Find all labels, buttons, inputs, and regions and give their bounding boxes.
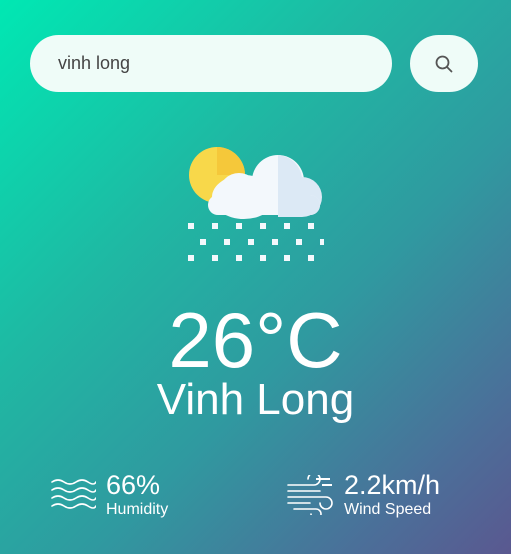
humidity-value: 66% — [106, 470, 161, 500]
waves-icon — [51, 479, 96, 509]
wind-speed-label: Wind Speed — [344, 501, 432, 518]
humidity-label: Humidity — [106, 501, 169, 518]
wind-stat: 2.2km/h Wind Speed — [286, 470, 440, 520]
humidity-stat: 66% Humidity — [50, 470, 168, 520]
wind-speed-value: 2.2km/h — [344, 470, 441, 500]
search-button[interactable] — [410, 35, 478, 92]
search-icon — [435, 55, 453, 72]
temperature-value: 26°C — [168, 296, 343, 384]
weather-card: 26°C Vinh Long 66% Humidity — [0, 0, 511, 554]
wind-icon — [287, 475, 333, 515]
cloud-sun-snow-icon — [188, 147, 324, 261]
city-name: Vinh Long — [156, 375, 355, 424]
search-input[interactable] — [30, 35, 392, 92]
